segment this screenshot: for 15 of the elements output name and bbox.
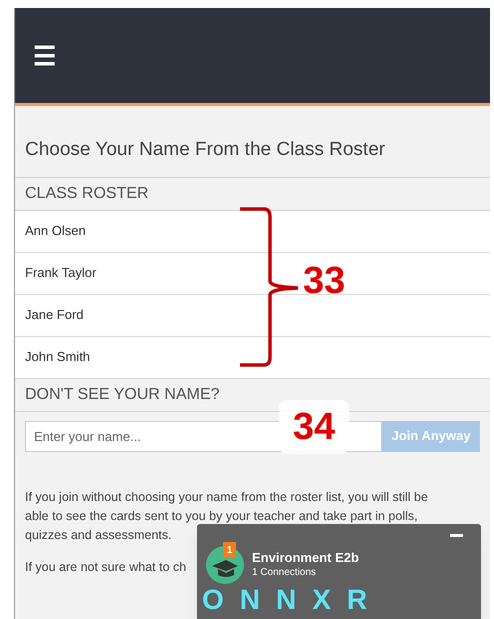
session-title: Environment E2b: [252, 550, 359, 566]
roster-item[interactable]: John Smith: [25, 347, 90, 367]
callout-tooltip: 34: [279, 400, 349, 454]
room-code: ONNXR: [202, 586, 384, 614]
roster-item[interactable]: Jane Ford: [25, 305, 84, 325]
menu-button[interactable]: ☰: [33, 42, 56, 68]
minimize-icon[interactable]: [450, 534, 463, 537]
roster-item[interactable]: Ann Olsen: [25, 221, 86, 241]
roster-item[interactable]: Frank Taylor: [25, 263, 96, 283]
callout-label: 33: [303, 262, 346, 300]
count-badge: 1: [223, 542, 236, 558]
page-title: Choose Your Name From the Class Roster: [15, 136, 490, 178]
connection-count: 1 Connections: [252, 566, 317, 580]
info-paragraph: If you join without choosing your name from the roster list, you will still be able to see the cards sent to you by your teacher and take part in polls, quizzes and assessments.: [25, 488, 429, 544]
info-paragraph: If you are not sure what to ch: [25, 558, 186, 576]
